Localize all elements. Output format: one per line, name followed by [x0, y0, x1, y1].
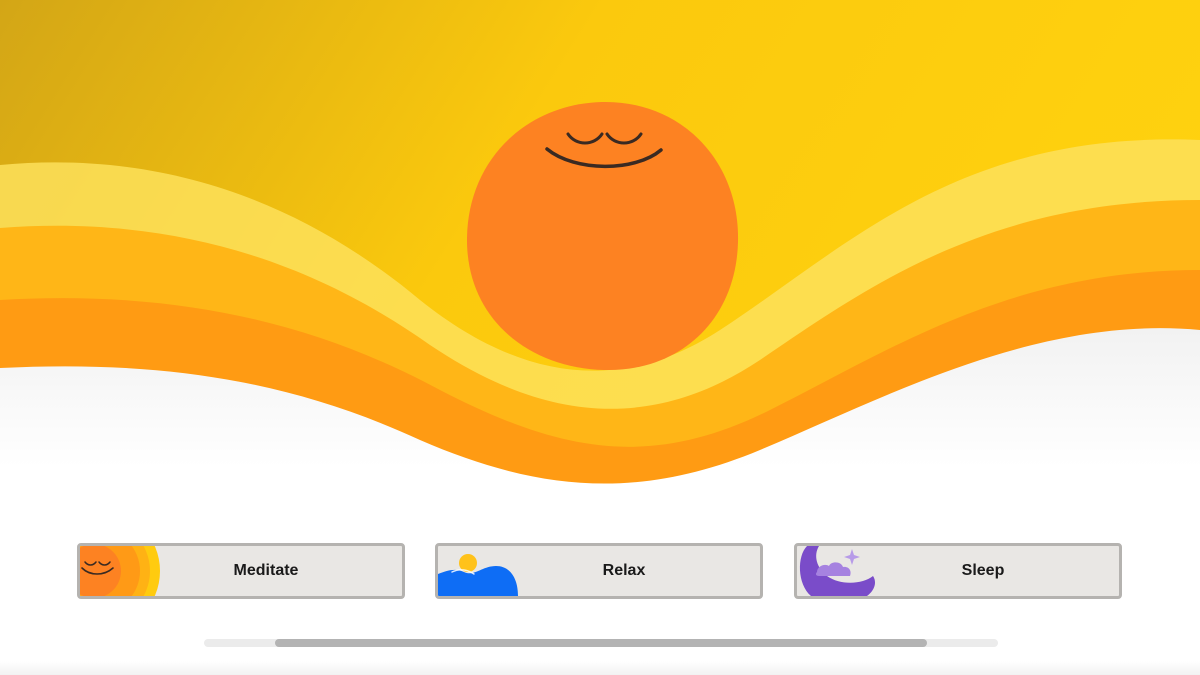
relax-waves-icon	[438, 546, 528, 596]
category-card-meditate[interactable]: Meditate	[77, 543, 405, 599]
app-screen: Meditate Relax Sleep	[0, 0, 1200, 675]
category-card-relax[interactable]: Relax	[435, 543, 763, 599]
category-label-relax: Relax	[602, 562, 646, 579]
category-label-meditate: Meditate	[233, 562, 299, 579]
smiling-sun	[466, 101, 739, 371]
category-label-sleep: Sleep	[961, 562, 1005, 579]
horizontal-scrollbar[interactable]	[204, 639, 998, 647]
sleep-moon-icon	[797, 546, 887, 596]
meditate-sun-icon	[80, 546, 170, 596]
bottom-shadow	[0, 661, 1200, 675]
category-card-sleep[interactable]: Sleep	[794, 543, 1122, 599]
sun-body	[466, 101, 739, 371]
scrollbar-thumb[interactable]	[275, 639, 927, 647]
